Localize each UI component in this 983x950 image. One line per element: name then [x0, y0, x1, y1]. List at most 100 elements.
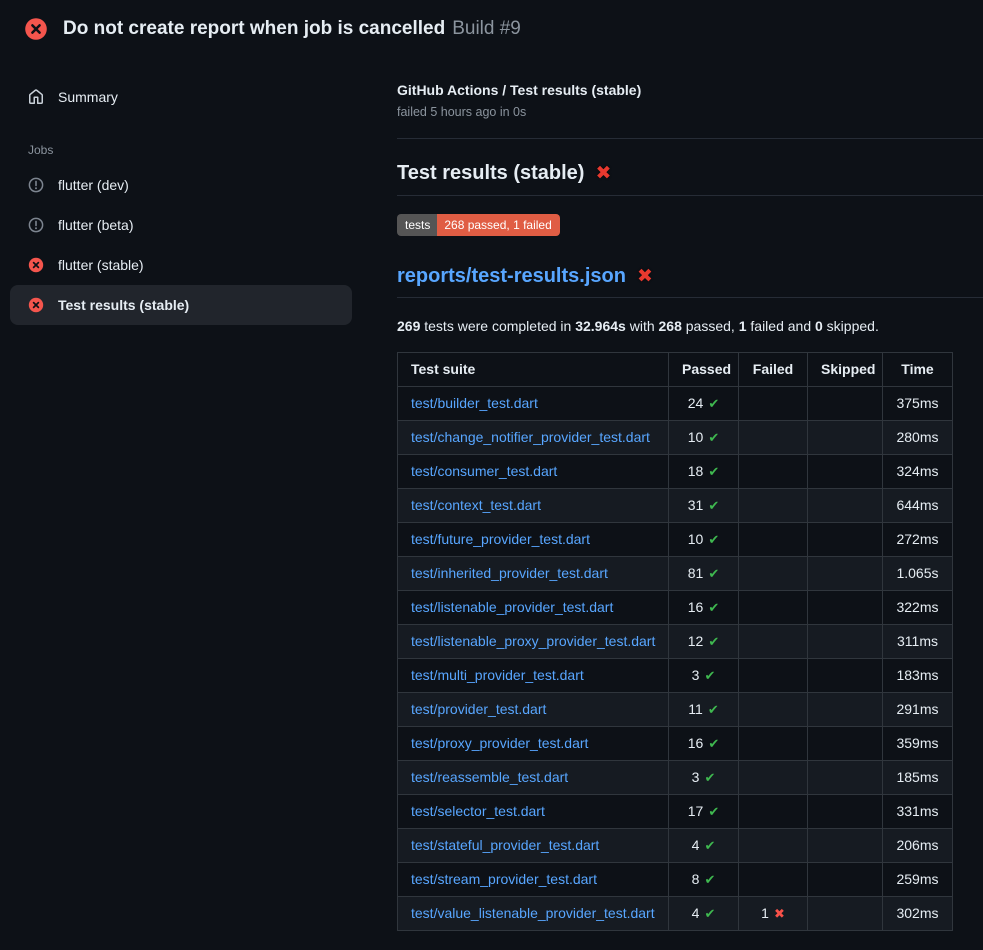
job-label: flutter (beta): [58, 217, 133, 233]
time-cell: 302ms: [883, 897, 953, 931]
test-suite-link[interactable]: test/reassemble_test.dart: [411, 769, 568, 785]
home-icon: [28, 89, 44, 105]
results-table-body: test/builder_test.dart24✔375mstest/chang…: [398, 387, 953, 931]
table-row: test/provider_test.dart11✔291ms: [398, 693, 953, 727]
test-suite-cell: test/builder_test.dart: [398, 387, 669, 421]
sidebar-job-flutter-beta[interactable]: flutter (beta): [10, 205, 352, 245]
table-row: test/stream_provider_test.dart8✔259ms: [398, 863, 953, 897]
test-suite-link[interactable]: test/multi_provider_test.dart: [411, 667, 584, 683]
failed-cell: [739, 557, 808, 591]
test-suite-link[interactable]: test/stream_provider_test.dart: [411, 871, 597, 887]
time-cell: 259ms: [883, 863, 953, 897]
sidebar-summary-label: Summary: [58, 89, 118, 105]
skipped-cell: [808, 659, 883, 693]
passed-cell: 3✔: [669, 761, 739, 795]
table-header-row: Test suite Passed Failed Skipped Time: [398, 353, 953, 387]
test-suite-link[interactable]: test/builder_test.dart: [411, 395, 538, 411]
x-circle-icon: [28, 297, 44, 313]
test-suite-link[interactable]: test/future_provider_test.dart: [411, 531, 590, 547]
test-suite-link[interactable]: test/inherited_provider_test.dart: [411, 565, 608, 581]
report-file-link[interactable]: reports/test-results.json: [397, 265, 626, 288]
time-cell: 331ms: [883, 795, 953, 829]
sidebar-job-test-results-stable[interactable]: Test results (stable): [10, 285, 352, 325]
failed-cell: [739, 387, 808, 421]
passed-cell: 10✔: [669, 421, 739, 455]
failed-cell: [739, 761, 808, 795]
check-icon: ✔: [708, 566, 719, 581]
test-suite-link[interactable]: test/listenable_proxy_provider_test.dart: [411, 633, 655, 649]
cancelled-icon: [28, 177, 44, 193]
col-header-passed: Passed: [669, 353, 739, 387]
table-row: test/inherited_provider_test.dart81✔1.06…: [398, 557, 953, 591]
time-cell: 375ms: [883, 387, 953, 421]
check-icon: ✔: [708, 430, 719, 445]
table-row: test/future_provider_test.dart10✔272ms: [398, 523, 953, 557]
test-suite-cell: test/proxy_provider_test.dart: [398, 727, 669, 761]
main-content: GitHub Actions / Test results (stable) f…: [352, 54, 983, 931]
x-circle-icon: [28, 257, 44, 273]
passed-cell-value: 3: [692, 769, 700, 785]
job-label: Test results (stable): [58, 297, 189, 313]
test-suite-link[interactable]: test/change_notifier_provider_test.dart: [411, 429, 650, 445]
passed-cell-value: 17: [688, 803, 704, 819]
check-icon: ✔: [704, 906, 715, 921]
build-number: Build #9: [452, 18, 521, 39]
passed-cell-value: 12: [688, 633, 704, 649]
passed-cell: 3✔: [669, 659, 739, 693]
test-suite-link[interactable]: test/proxy_provider_test.dart: [411, 735, 588, 751]
passed-cell-value: 4: [692, 905, 700, 921]
failed-cell: [739, 829, 808, 863]
passed-count: 268: [659, 318, 682, 334]
total-count: 269: [397, 318, 420, 334]
passed-cell-value: 8: [692, 871, 700, 887]
failed-count: 1: [739, 318, 747, 334]
table-row: test/listenable_provider_test.dart16✔322…: [398, 591, 953, 625]
test-suite-link[interactable]: test/stateful_provider_test.dart: [411, 837, 599, 853]
test-suite-link[interactable]: test/context_test.dart: [411, 497, 541, 513]
passed-cell: 12✔: [669, 625, 739, 659]
failed-cell: [739, 455, 808, 489]
sidebar-job-flutter-dev[interactable]: flutter (dev): [10, 165, 352, 205]
time-cell: 185ms: [883, 761, 953, 795]
section-title-text: Test results (stable): [397, 162, 584, 185]
cross-mark-icon: ✖: [637, 267, 653, 286]
cross-mark-icon: ✖: [595, 164, 611, 183]
table-row: test/change_notifier_provider_test.dart 1…: [398, 421, 953, 455]
test-suite-cell: test/multi_provider_test.dart: [398, 659, 669, 693]
failed-cell: [739, 625, 808, 659]
test-suite-link[interactable]: test/provider_test.dart: [411, 701, 546, 717]
time-cell: 359ms: [883, 727, 953, 761]
skipped-cell: [808, 727, 883, 761]
failed-status-icon: [24, 17, 48, 41]
passed-cell: 4✔: [669, 829, 739, 863]
summary-text: failed and: [747, 318, 816, 334]
skipped-cell: [808, 489, 883, 523]
time-cell: 311ms: [883, 625, 953, 659]
check-icon: ✔: [708, 498, 719, 513]
summary-text: skipped.: [823, 318, 879, 334]
skipped-cell: [808, 387, 883, 421]
table-row: test/context_test.dart 31 ✔ 644ms: [398, 489, 953, 523]
test-suite-link[interactable]: test/listenable_provider_test.dart: [411, 599, 613, 615]
failed-cell: [739, 489, 808, 523]
check-icon: ✔: [708, 702, 719, 717]
table-row: test/listenable_proxy_provider_test.dart…: [398, 625, 953, 659]
table-row: test/value_listenable_provider_test.dart…: [398, 897, 953, 931]
col-header-time: Time: [883, 353, 953, 387]
report-title: reports/test-results.json ✖: [397, 265, 983, 298]
failed-cell: [739, 863, 808, 897]
test-suite-link[interactable]: test/value_listenable_provider_test.dart: [411, 905, 655, 921]
check-icon: ✔: [708, 804, 719, 819]
skipped-cell: [808, 863, 883, 897]
test-suite-cell: test/change_notifier_provider_test.dart: [398, 421, 669, 455]
passed-cell-value: 31: [688, 497, 704, 513]
check-run-header: Do not create report when job is cancell…: [0, 0, 983, 54]
sidebar-job-flutter-stable[interactable]: flutter (stable): [10, 245, 352, 285]
sidebar: Summary Jobs flutter (dev) flut: [10, 54, 352, 325]
test-suite-link[interactable]: test/consumer_test.dart: [411, 463, 557, 479]
time-cell: 644ms: [883, 489, 953, 523]
time-cell: 183ms: [883, 659, 953, 693]
passed-cell: 10✔: [669, 523, 739, 557]
test-suite-link[interactable]: test/selector_test.dart: [411, 803, 545, 819]
sidebar-item-summary[interactable]: Summary: [10, 78, 352, 116]
